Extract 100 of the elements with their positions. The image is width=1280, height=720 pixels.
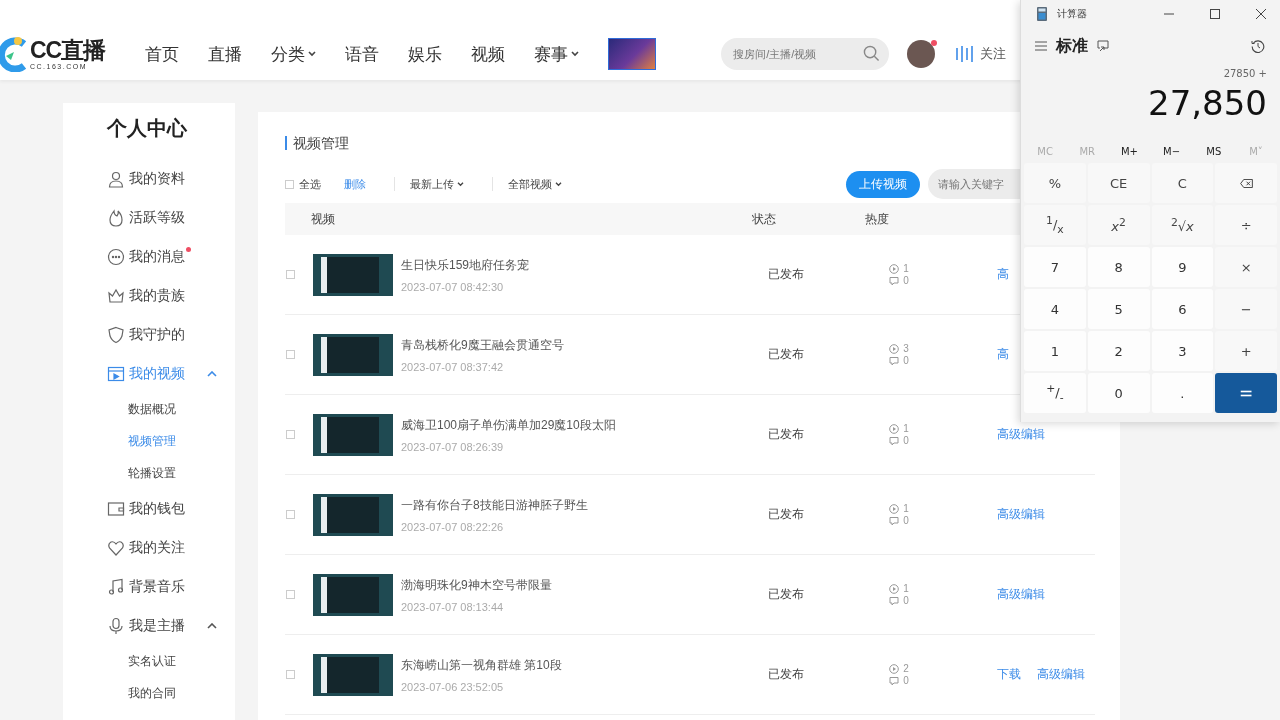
action-link[interactable]: 高级编辑 xyxy=(997,586,1045,603)
calculator-key[interactable]: C xyxy=(1151,163,1214,203)
caret-icon xyxy=(457,181,464,187)
sidebar-subitem[interactable]: 数据概况 xyxy=(107,393,235,425)
filter-dropdown[interactable]: 最新上传 xyxy=(410,176,464,192)
sidebar-subitem[interactable]: 轮播设置 xyxy=(107,457,235,489)
sidebar-item[interactable]: 我的贵族 xyxy=(107,276,235,315)
keep-on-top-icon[interactable] xyxy=(1097,40,1109,52)
sidebar-item[interactable]: 我的消息 xyxy=(107,237,235,276)
nav-link[interactable]: 直播 xyxy=(208,42,243,66)
video-title[interactable]: 一路有你台子8技能日游神胚子野生 xyxy=(401,496,743,514)
video-title[interactable]: 青岛栈桥化9魔王融会贯通空号 xyxy=(401,336,743,354)
action-link[interactable]: 高级编辑 xyxy=(997,506,1045,523)
action-link[interactable]: 高 xyxy=(997,266,1009,283)
memory-button[interactable]: M+ xyxy=(1108,141,1151,161)
play-count: 1 xyxy=(903,503,909,514)
history-icon[interactable] xyxy=(1251,39,1265,53)
search-field[interactable]: 搜房间/主播/视频 xyxy=(721,38,890,70)
sidebar-item[interactable]: 活跃等级 xyxy=(107,198,235,237)
video-title[interactable]: 生日快乐159地府任务宠 xyxy=(401,256,743,274)
calculator-key[interactable]: 2 xyxy=(1087,331,1150,371)
action-link[interactable]: 高级编辑 xyxy=(997,426,1045,443)
calculator-key[interactable]: 0 xyxy=(1087,373,1150,413)
calculator-key[interactable]: CE xyxy=(1087,163,1150,203)
follow-link[interactable]: 关注 xyxy=(980,45,1007,63)
video-title[interactable]: 渤海明珠化9神木空号带限量 xyxy=(401,576,743,594)
checkbox[interactable] xyxy=(286,430,295,439)
memory-button[interactable]: M− xyxy=(1150,141,1193,161)
checkbox[interactable] xyxy=(286,670,295,679)
checkbox[interactable] xyxy=(286,510,295,519)
shield-icon xyxy=(107,325,125,344)
search-icon[interactable] xyxy=(863,45,881,62)
calculator-key[interactable]: 9 xyxy=(1151,247,1214,287)
video-date: 2023-07-07 08:42:30 xyxy=(401,280,505,293)
sidebar-item[interactable]: 我是主播 xyxy=(107,606,235,645)
video-title[interactable]: 东海崂山第一视角群雄 第10段 xyxy=(401,656,743,674)
calculator-key[interactable]: 5 xyxy=(1087,289,1150,329)
calculator-key[interactable]: $^{2}$√x xyxy=(1151,205,1214,245)
sidebar-subitem[interactable]: 视频管理 xyxy=(107,425,235,457)
close-icon[interactable] xyxy=(1256,9,1266,19)
status-text: 已发布 xyxy=(767,426,805,443)
sidebar-item[interactable]: 我的资料 xyxy=(107,159,235,198)
sidebar-subitem[interactable]: 实名认证 xyxy=(107,645,235,677)
calculator-key[interactable]: − xyxy=(1215,289,1277,329)
status-text: 已发布 xyxy=(767,586,805,603)
calculator-key[interactable]: 3 xyxy=(1151,331,1214,371)
calculator-key[interactable]: ÷ xyxy=(1215,205,1277,245)
sidebar-item[interactable]: 我的关注 xyxy=(107,528,235,567)
memory-button[interactable]: MS xyxy=(1192,141,1235,161)
nav-link[interactable]: 赛事 xyxy=(534,42,580,66)
checkbox[interactable] xyxy=(286,590,295,599)
calculator-key[interactable]: 6 xyxy=(1151,289,1214,329)
comment-icon xyxy=(889,355,900,366)
keyword-search-field[interactable]: 请输入关键字 xyxy=(928,169,1020,199)
video-thumbnail[interactable] xyxy=(313,653,393,696)
calculator-key[interactable]: 1 xyxy=(1024,331,1086,371)
calculator-key[interactable]: + xyxy=(1215,331,1277,371)
calculator-key[interactable]: × xyxy=(1215,247,1277,287)
calculator-key[interactable]: . xyxy=(1151,373,1214,413)
nav-link[interactable]: 视频 xyxy=(471,42,506,66)
video-thumbnail[interactable] xyxy=(313,253,393,296)
avatar[interactable] xyxy=(907,40,936,68)
sidebar-subitem[interactable]: 我的合同 xyxy=(107,677,235,709)
select-all-label[interactable]: 全选 xyxy=(299,176,321,192)
video-date: 2023-07-07 08:22:26 xyxy=(401,520,505,533)
sidebar-item[interactable]: 我的钱包 xyxy=(107,489,235,528)
nav-link[interactable]: 语音 xyxy=(345,42,380,66)
calculator-key[interactable]: = xyxy=(1215,373,1277,413)
calculator-key[interactable]: $^{1}$/$_{x}$ xyxy=(1024,205,1086,245)
action-link[interactable]: 下载 xyxy=(997,666,1021,683)
nav-link[interactable]: 首页 xyxy=(145,42,180,66)
calculator-key[interactable]: x$^{2}$ xyxy=(1087,205,1150,245)
play-icon xyxy=(889,423,900,434)
banner-image[interactable] xyxy=(608,38,657,70)
calculator-key[interactable]: 8 xyxy=(1087,247,1150,287)
action-link[interactable]: 高级编辑 xyxy=(1037,666,1085,683)
checkbox[interactable] xyxy=(285,179,294,189)
sidebar-item[interactable]: 我守护的 xyxy=(107,315,235,354)
comment-count: 0 xyxy=(903,355,909,366)
play-count: 1 xyxy=(903,263,909,274)
maximize-icon[interactable] xyxy=(1210,9,1220,19)
calculator-key[interactable]: % xyxy=(1024,163,1086,203)
video-title[interactable]: 威海卫100扇子单伤满单加29魔10段太阳 xyxy=(401,416,743,434)
video-thumbnail[interactable] xyxy=(313,413,393,456)
nav-link[interactable]: 分类 xyxy=(271,42,317,66)
sidebar-item[interactable]: 背景音乐 xyxy=(107,567,235,606)
video-thumbnail[interactable] xyxy=(313,573,393,616)
comment-count: 0 xyxy=(903,275,909,286)
sidebar-item[interactable]: 我的视频 xyxy=(107,354,235,393)
video-thumbnail[interactable] xyxy=(313,333,393,376)
action-link[interactable]: 高 xyxy=(997,346,1009,363)
nav-link[interactable]: 娱乐 xyxy=(408,42,443,66)
calculator-key[interactable]: $^{+}$/$_{-}$ xyxy=(1024,373,1086,413)
calculator-key[interactable]: 7 xyxy=(1024,247,1086,287)
checkbox[interactable] xyxy=(286,350,295,359)
video-thumbnail[interactable] xyxy=(313,493,393,536)
calculator-key[interactable]: 4 xyxy=(1024,289,1086,329)
delete-link[interactable]: 删除 xyxy=(344,176,366,192)
checkbox[interactable] xyxy=(286,270,295,279)
filter-dropdown[interactable]: 全部视频 xyxy=(508,176,562,192)
